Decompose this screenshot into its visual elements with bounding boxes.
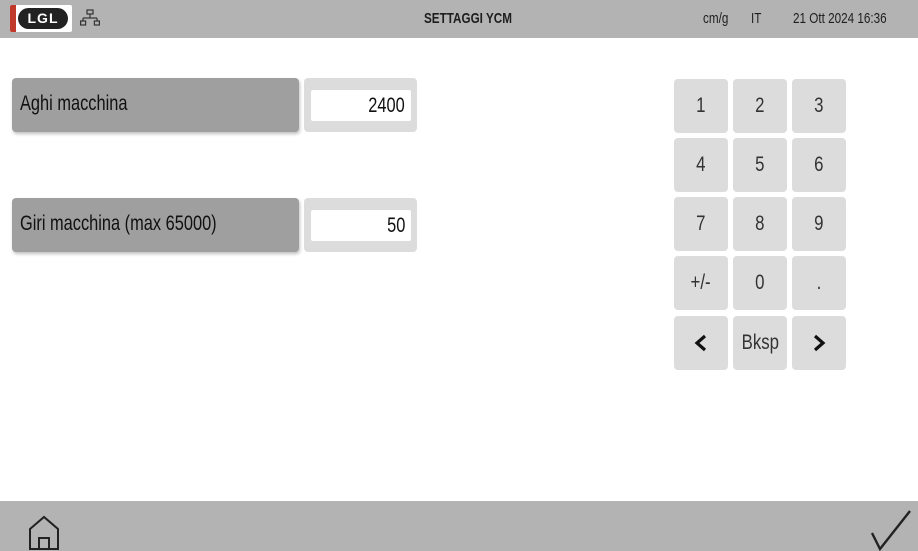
key-9[interactable]: 9	[792, 197, 846, 251]
key-label: 5	[755, 153, 765, 176]
turns-value: 50	[386, 214, 405, 237]
chevron-left-icon	[694, 334, 707, 352]
key-0[interactable]: 0	[733, 256, 787, 310]
key-label: 3	[814, 94, 824, 117]
key-left[interactable]	[674, 316, 728, 370]
key-4[interactable]: 4	[674, 138, 728, 192]
key-3[interactable]: 3	[792, 79, 846, 133]
key-label: 8	[755, 212, 765, 235]
unit-indicator[interactable]: cm/g	[703, 10, 728, 27]
checkmark-icon[interactable]	[866, 505, 914, 551]
key-dot[interactable]: .	[792, 256, 846, 310]
key-sign[interactable]: +/-	[674, 256, 728, 310]
param-label-text: Giri macchina (max 65000)	[20, 212, 217, 235]
key-label: 4	[696, 153, 706, 176]
language-indicator[interactable]: IT	[751, 10, 761, 27]
needles-value: 2400	[368, 94, 405, 117]
key-label: +/-	[690, 271, 712, 294]
key-backspace[interactable]: Bksp	[733, 316, 787, 370]
turns-input[interactable]: 50	[311, 210, 411, 241]
key-label: 9	[814, 212, 824, 235]
key-label: 6	[814, 153, 824, 176]
key-label: 7	[696, 212, 706, 235]
logo-accent	[10, 5, 16, 32]
key-label: .	[816, 271, 822, 294]
key-5[interactable]: 5	[733, 138, 787, 192]
key-label: 0	[755, 271, 765, 294]
network-icon	[80, 9, 100, 26]
logo-text: LGL	[18, 8, 68, 29]
needles-input[interactable]: 2400	[311, 90, 411, 121]
key-6[interactable]: 6	[792, 138, 846, 192]
key-right[interactable]	[792, 316, 846, 370]
datetime-display: 21 Ott 2024 16:36	[793, 10, 887, 27]
key-label: 2	[755, 94, 765, 117]
key-8[interactable]: 8	[733, 197, 787, 251]
key-1[interactable]: 1	[674, 79, 728, 133]
param-label-turns: Giri macchina (max 65000)	[12, 198, 299, 252]
key-7[interactable]: 7	[674, 197, 728, 251]
page-title: SETTAGGI YCM	[424, 10, 512, 27]
key-label: Bksp	[741, 331, 779, 354]
param-label-text: Aghi macchina	[20, 92, 128, 115]
lgl-logo: LGL	[10, 5, 72, 32]
param-label-needles: Aghi macchina	[12, 78, 299, 132]
param-value-needles[interactable]: 2400	[304, 78, 417, 132]
bottom-bar	[0, 501, 918, 551]
chevron-right-icon	[813, 334, 826, 352]
home-icon[interactable]	[24, 509, 64, 551]
top-bar: LGL SETTAGGI YCM cm/g IT 21 Ott 2024 16:…	[0, 0, 918, 38]
key-label: 1	[696, 94, 706, 117]
param-value-turns[interactable]: 50	[304, 198, 417, 252]
key-2[interactable]: 2	[733, 79, 787, 133]
